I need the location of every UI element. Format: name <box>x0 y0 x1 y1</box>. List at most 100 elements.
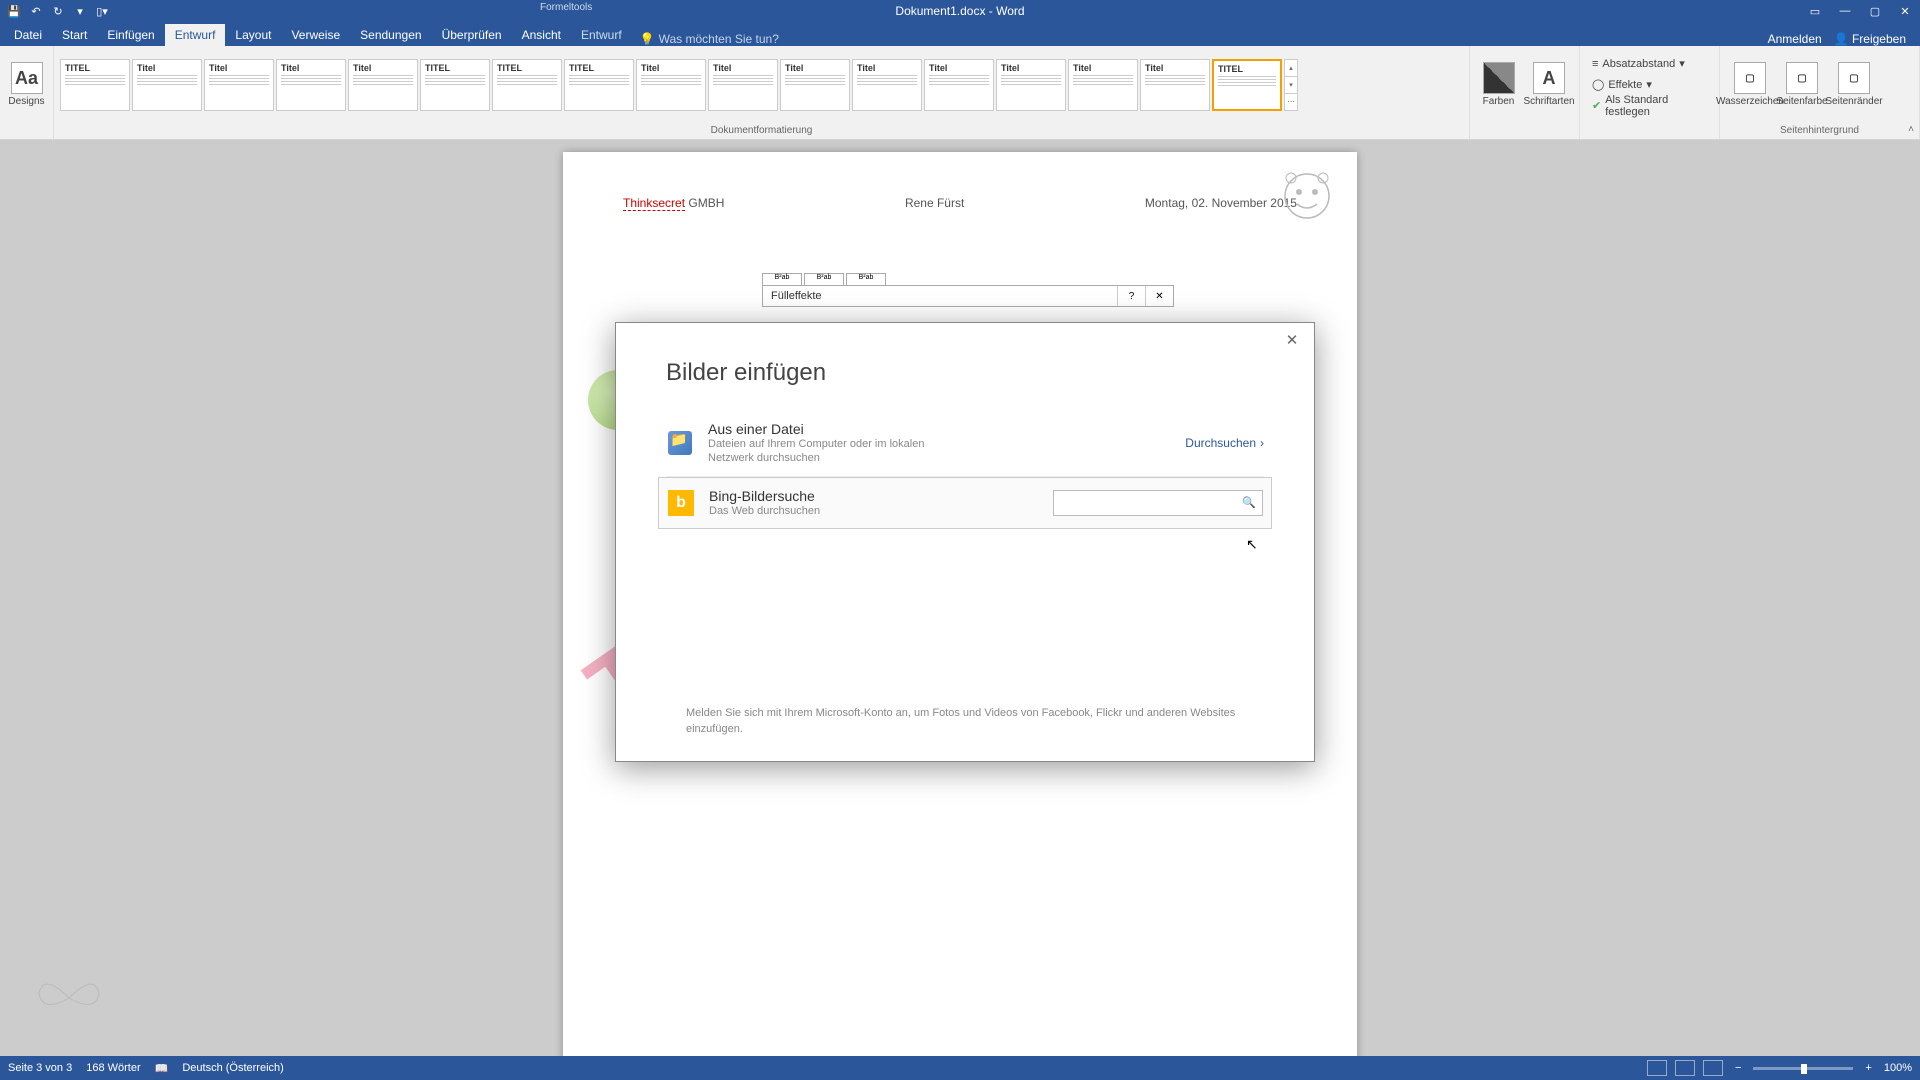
fill-effects-dialog-titlebar[interactable]: Fülleffekte ? ✕ <box>762 285 1174 307</box>
style-thumb[interactable]: Titel <box>780 59 850 111</box>
set-default-button[interactable]: ✔Als Standard festlegen <box>1586 96 1713 116</box>
style-thumb[interactable]: Titel <box>924 59 994 111</box>
touch-mode-icon[interactable]: ▯▾ <box>92 2 112 20</box>
colors-button[interactable]: Farben <box>1476 52 1521 118</box>
paragraph-spacing-button[interactable]: ≡Absatzabstand▾ <box>1586 54 1713 74</box>
zoom-in-button[interactable]: + <box>1861 1062 1875 1074</box>
save-icon[interactable]: 💾 <box>4 2 24 20</box>
themes-button[interactable]: Aa Designs <box>6 52 47 118</box>
chevron-down-icon: ▾ <box>1679 57 1685 70</box>
tab-view[interactable]: Ansicht <box>512 24 571 46</box>
gallery-scroll-btn[interactable]: ⋯ <box>1285 94 1297 110</box>
fill-tab-a[interactable]: B²ab <box>762 273 802 285</box>
paragraph-icon: ≡ <box>1592 58 1598 70</box>
group-page-bg-label: Seitenhintergrund <box>1720 123 1919 139</box>
tell-me-search[interactable]: 💡 Was möchten Sie tun? <box>632 32 787 46</box>
style-thumb[interactable]: Titel <box>348 59 418 111</box>
undo-icon[interactable]: ↶ <box>26 2 46 20</box>
style-thumb[interactable]: TITEL <box>564 59 634 111</box>
style-thumb[interactable]: TITEL <box>60 59 130 111</box>
bing-search-input[interactable] <box>1060 496 1242 510</box>
group-label-empty <box>0 123 53 139</box>
minimize-icon[interactable]: — <box>1830 0 1860 22</box>
browse-link[interactable]: Durchsuchen› <box>1185 436 1264 450</box>
status-proofing-icon[interactable]: 📖 <box>155 1062 169 1075</box>
ribbon-body: Aa Designs TITELTitelTitelTitelTitelTITE… <box>0 46 1920 140</box>
quick-access-toolbar: 💾 ↶ ↻ ▾ ▯▾ <box>0 2 116 20</box>
style-gallery[interactable]: TITELTitelTitelTitelTitelTITELTITELTITEL… <box>60 54 1298 116</box>
fonts-button[interactable]: A Schriftarten <box>1525 52 1573 118</box>
tab-start[interactable]: Start <box>52 24 97 46</box>
tab-mailings[interactable]: Sendungen <box>350 24 431 46</box>
tab-review[interactable]: Überprüfen <box>432 24 512 46</box>
zoom-slider[interactable] <box>1753 1067 1853 1070</box>
header-author: Rene Fürst <box>905 196 964 210</box>
window-controls: ▭ — ▢ ✕ <box>1800 0 1920 22</box>
tab-formula-design[interactable]: Entwurf <box>571 24 632 46</box>
fill-tab-c[interactable]: B²ab <box>846 273 886 285</box>
header-date: Montag, 02. November 2015 <box>1145 196 1297 210</box>
share-button[interactable]: 👤 Freigeben <box>1834 32 1906 46</box>
ribbon-options-icon[interactable]: ▭ <box>1800 0 1830 22</box>
style-thumb[interactable]: Titel <box>1068 59 1138 111</box>
bing-search-box[interactable]: 🔍 <box>1053 490 1263 516</box>
view-read-mode[interactable] <box>1647 1060 1667 1076</box>
tab-design[interactable]: Entwurf <box>165 24 226 46</box>
fill-effects-close-icon[interactable]: ✕ <box>1145 286 1173 306</box>
status-word-count[interactable]: 168 Wörter <box>86 1062 140 1074</box>
tab-file[interactable]: Datei <box>4 24 52 46</box>
style-thumb[interactable]: Titel <box>636 59 706 111</box>
ribbon-tabs: Datei Start Einfügen Entwurf Layout Verw… <box>0 22 1920 46</box>
dialog-close-icon[interactable]: ✕ <box>1282 331 1302 351</box>
view-web-layout[interactable] <box>1703 1060 1723 1076</box>
colors-label: Farben <box>1483 96 1515 107</box>
themes-icon: Aa <box>11 62 43 94</box>
qat-more-icon[interactable]: ▾ <box>70 2 90 20</box>
view-print-layout[interactable] <box>1675 1060 1695 1076</box>
watermark-label: Wasserzeichen <box>1716 96 1784 107</box>
page-color-button[interactable]: ▢ Seitenfarbe <box>1778 52 1826 118</box>
context-tool-label: Formeltools <box>530 0 602 13</box>
gallery-scroll-btn[interactable]: ▾ <box>1285 77 1297 94</box>
fill-effects-help-icon[interactable]: ? <box>1117 286 1145 306</box>
style-thumb[interactable]: TITEL <box>492 59 562 111</box>
fonts-label: Schriftarten <box>1523 96 1574 107</box>
from-file-title: Aus einer Datei <box>708 421 1171 437</box>
tab-layout[interactable]: Layout <box>225 24 281 46</box>
style-thumb[interactable]: Titel <box>852 59 922 111</box>
page-borders-button[interactable]: ▢ Seitenränder <box>1830 52 1878 118</box>
style-thumb[interactable]: Titel <box>204 59 274 111</box>
tab-references[interactable]: Verweise <box>281 24 350 46</box>
watermark-button[interactable]: ▢ Wasserzeichen <box>1726 52 1774 118</box>
style-thumb[interactable]: Titel <box>276 59 346 111</box>
close-icon[interactable]: ✕ <box>1890 0 1920 22</box>
page-borders-label: Seitenränder <box>1825 96 1882 107</box>
style-thumb[interactable]: Titel <box>708 59 778 111</box>
collapse-ribbon-icon[interactable]: ˄ <box>1908 124 1914 135</box>
status-bar: Seite 3 von 3 168 Wörter 📖 Deutsch (Öste… <box>0 1056 1920 1080</box>
fill-tab-b[interactable]: B²ab <box>804 273 844 285</box>
style-thumb[interactable]: TITEL <box>420 59 490 111</box>
style-thumb[interactable]: Titel <box>996 59 1066 111</box>
chevron-right-icon: › <box>1260 436 1264 450</box>
dialog-footer-note: Melden Sie sich mit Ihrem Microsoft-Kont… <box>686 706 1254 737</box>
zoom-out-button[interactable]: − <box>1731 1062 1745 1074</box>
maximize-icon[interactable]: ▢ <box>1860 0 1890 22</box>
style-thumb[interactable]: Titel <box>132 59 202 111</box>
document-title: Dokument1.docx - Word <box>895 4 1024 18</box>
zoom-level[interactable]: 100% <box>1884 1062 1912 1074</box>
sign-in-link[interactable]: Anmelden <box>1768 32 1822 46</box>
page-color-icon: ▢ <box>1786 62 1818 94</box>
from-file-row[interactable]: Aus einer Datei Dateien auf Ihrem Comput… <box>666 411 1264 477</box>
bing-search-row[interactable]: b Bing-Bildersuche Das Web durchsuchen 🔍 <box>658 477 1272 529</box>
effects-button[interactable]: ◯Effekte▾ <box>1586 75 1713 95</box>
gallery-scroll-btn[interactable]: ▴ <box>1285 60 1297 77</box>
style-thumb[interactable]: Titel <box>1140 59 1210 111</box>
search-icon[interactable]: 🔍 <box>1242 496 1256 509</box>
page-header: Thinksecret GMBH Rene Fürst Montag, 02. … <box>563 152 1357 210</box>
style-thumb[interactable]: TITEL <box>1212 59 1282 111</box>
redo-icon[interactable]: ↻ <box>48 2 68 20</box>
tab-insert[interactable]: Einfügen <box>97 24 164 46</box>
status-language[interactable]: Deutsch (Österreich) <box>182 1062 283 1074</box>
status-page[interactable]: Seite 3 von 3 <box>8 1062 72 1074</box>
